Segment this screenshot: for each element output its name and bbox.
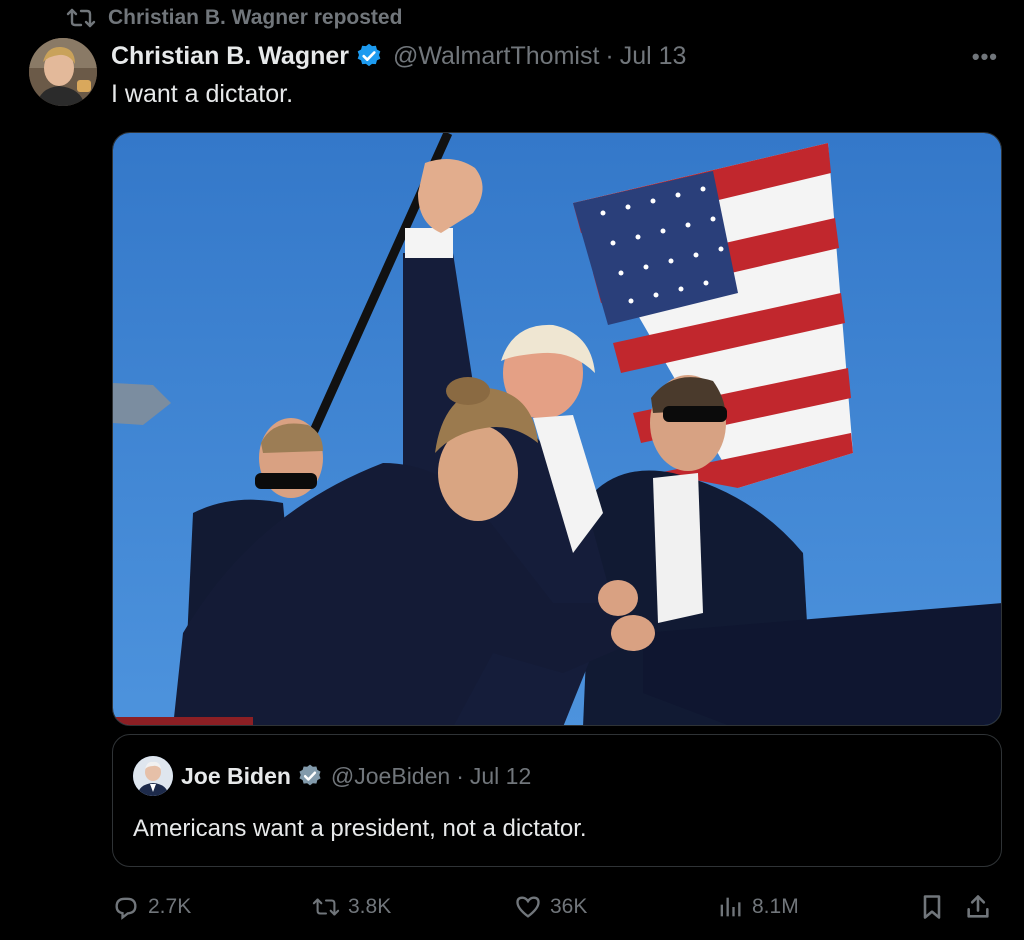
analytics-icon: [720, 897, 741, 917]
verified-badge-icon: [299, 764, 321, 786]
repost-button[interactable]: 3.8K: [312, 886, 391, 928]
post-header: Christian B. Wagner @WalmartThomist · Ju…: [111, 38, 686, 74]
bookmark-button[interactable]: [918, 886, 946, 928]
reply-button[interactable]: 2.7K: [112, 886, 191, 928]
author-handle[interactable]: @WalmartThomist: [393, 42, 599, 71]
repost-indicator[interactable]: Christian B. Wagner reposted: [66, 5, 402, 31]
quoted-post-text: Americans want a president, not a dictat…: [133, 815, 587, 842]
separator-dot: ·: [605, 41, 614, 70]
reply-count: 2.7K: [148, 895, 192, 918]
share-icon: [967, 895, 989, 918]
reply-icon: [115, 897, 137, 920]
heart-icon: [516, 896, 540, 918]
share-button[interactable]: [964, 886, 992, 928]
verified-badge-icon: [357, 43, 381, 67]
author-avatar[interactable]: [29, 38, 97, 106]
post-date[interactable]: Jul 13: [620, 42, 687, 71]
separator-dot: ·: [456, 762, 464, 789]
repost-icon: [312, 898, 340, 916]
quoted-post[interactable]: Joe Biden @JoeBiden · Jul 12 Americans w…: [112, 734, 1002, 867]
quoted-author-avatar[interactable]: [133, 756, 173, 796]
more-icon[interactable]: •••: [972, 44, 998, 70]
views-button[interactable]: 8.1M: [716, 886, 799, 928]
bookmark-icon: [923, 895, 941, 919]
repost-count: 3.8K: [348, 895, 392, 918]
repost-icon: [66, 8, 96, 28]
like-button[interactable]: 36K: [514, 886, 587, 928]
repost-label: Christian B. Wagner reposted: [108, 6, 403, 29]
view-count: 8.1M: [752, 895, 799, 918]
quoted-author-handle: @JoeBiden: [330, 762, 451, 789]
quoted-author-name: Joe Biden: [181, 762, 291, 789]
post-text: I want a dictator.: [111, 80, 294, 108]
action-bar: 2.7K 3.8K 36K 8.1M: [112, 886, 1002, 928]
quoted-post-header: Joe Biden @JoeBiden · Jul 12: [133, 755, 531, 797]
author-name[interactable]: Christian B. Wagner: [111, 42, 349, 71]
quoted-post-date: Jul 12: [469, 762, 532, 789]
like-count: 36K: [550, 895, 588, 918]
post-image[interactable]: [112, 132, 1002, 726]
